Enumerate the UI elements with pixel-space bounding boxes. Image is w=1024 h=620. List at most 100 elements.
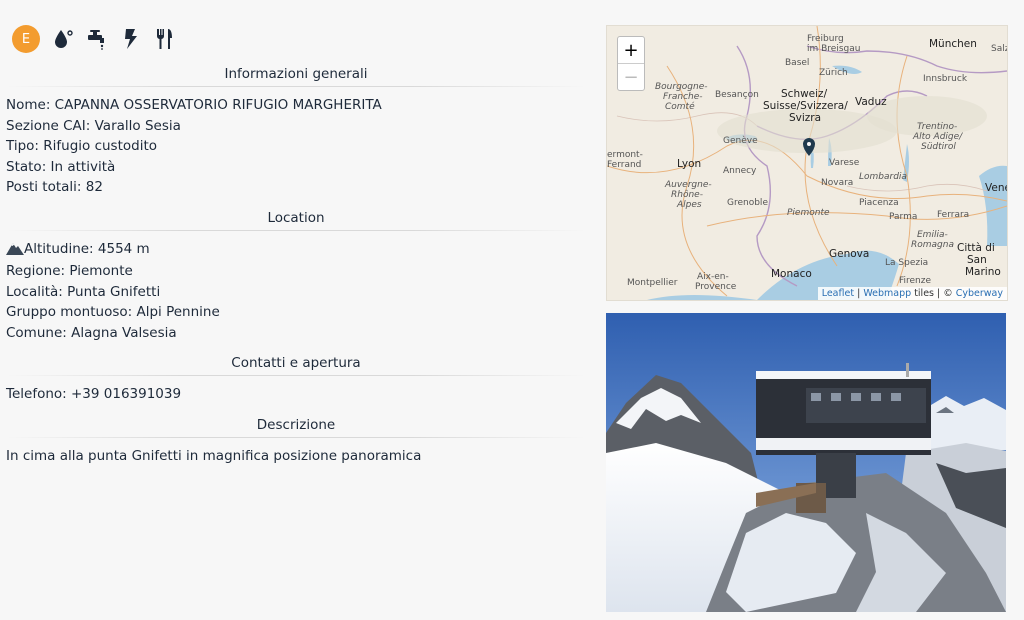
map-label: Parma bbox=[889, 212, 918, 222]
map-label: San bbox=[967, 254, 987, 266]
section-divider bbox=[6, 229, 586, 231]
map-label: im Breisgau bbox=[807, 44, 861, 54]
map-label: Schweiz/ bbox=[781, 88, 828, 100]
field-altitudine: Altitudine: 4554 m bbox=[6, 239, 586, 262]
refuge-photo bbox=[606, 313, 1006, 612]
map-label: Südtirol bbox=[921, 142, 956, 152]
field-value: In attività bbox=[50, 158, 116, 175]
map-label: Ferrand bbox=[607, 160, 642, 170]
map-label: Lyon bbox=[677, 158, 702, 170]
phone-link[interactable]: +39 016391039 bbox=[71, 386, 181, 402]
field-value: 4554 m bbox=[97, 240, 150, 257]
field-label: Regione: bbox=[6, 263, 70, 279]
leaflet-link[interactable]: Leaflet bbox=[822, 288, 854, 299]
refuge-photo-image bbox=[606, 313, 1006, 612]
field-localita: Località: Punta Gnifetti bbox=[6, 282, 586, 303]
lightning-icon bbox=[120, 28, 142, 50]
section-title-descrizione: Descrizione bbox=[256, 416, 336, 433]
field-tipo: Tipo: Rifugio custodito bbox=[6, 136, 586, 157]
map-label: Franche- bbox=[663, 92, 703, 102]
services-icon-row: E bbox=[12, 24, 586, 54]
field-value: Alagna Valsesia bbox=[71, 324, 177, 341]
map-zoom-control: + − bbox=[617, 36, 645, 91]
category-badge: E bbox=[12, 25, 40, 53]
zoom-out-button[interactable]: − bbox=[618, 64, 644, 90]
field-value: Alpi Pennine bbox=[136, 304, 220, 320]
refuge-info-panel: E Informazioni generali Nome: CAPANNA OS… bbox=[6, 24, 586, 466]
zoom-in-button[interactable]: + bbox=[618, 37, 644, 64]
map-label: Alpes bbox=[677, 200, 702, 210]
webmapp-link[interactable]: Webmapp bbox=[863, 288, 911, 299]
map-label: Alto Adige/ bbox=[913, 132, 963, 142]
field-label: Telefono: bbox=[6, 386, 71, 402]
field-posti: Posti totali: 82 bbox=[6, 177, 586, 198]
field-value: Punta Gnifetti bbox=[67, 283, 161, 300]
map-label: Aix-en- bbox=[697, 272, 729, 282]
section-divider bbox=[6, 375, 586, 376]
field-gruppo: Gruppo montuoso: Alpi Pennine bbox=[6, 302, 586, 323]
map-label: Salz bbox=[991, 44, 1008, 54]
map-label: Vene bbox=[985, 182, 1007, 194]
field-label: Gruppo montuoso: bbox=[6, 304, 137, 320]
map-label: Bourgogne- bbox=[655, 82, 708, 92]
map-label: ermont- bbox=[607, 150, 643, 160]
map-label: Annecy bbox=[723, 166, 757, 176]
map-label: Freiburg bbox=[807, 34, 844, 44]
map-label: Grenoble bbox=[727, 198, 768, 208]
map-label: Auvergne- bbox=[665, 180, 712, 190]
attribution-text: tiles | © bbox=[911, 288, 956, 299]
field-regione: Regione: Piemonte bbox=[6, 261, 586, 282]
field-label: Tipo: bbox=[6, 138, 44, 154]
map-label: Monaco bbox=[771, 268, 812, 280]
map-label: Emilia- bbox=[917, 230, 948, 240]
map-label: Innsbruck bbox=[923, 74, 968, 84]
map-label: Città di bbox=[957, 242, 995, 254]
field-comune: Comune: Alagna Valsesia bbox=[6, 323, 586, 344]
map-label: Marino bbox=[965, 266, 1001, 278]
field-value: Varallo Sesia bbox=[94, 117, 181, 134]
description-text: In cima alla punta Gnifetti in magnifica… bbox=[6, 447, 422, 464]
fork-knife-icon bbox=[154, 28, 176, 50]
map-label: Romagna bbox=[911, 240, 954, 250]
mountain-icon bbox=[6, 241, 24, 262]
section-divider bbox=[6, 436, 586, 438]
map-label: Comté bbox=[665, 102, 695, 112]
faucet-icon bbox=[86, 28, 108, 50]
section-divider bbox=[6, 86, 586, 87]
field-value: Rifugio custodito bbox=[43, 138, 158, 154]
field-nome: Nome: CAPANNA OSSERVATORIO RIFUGIO MARGH… bbox=[6, 95, 586, 116]
attribution-separator: | bbox=[854, 288, 864, 299]
map-label: Svizra bbox=[789, 112, 822, 124]
map-label: Genova bbox=[829, 248, 870, 260]
map-label: Lombardia bbox=[859, 172, 907, 182]
field-label: Stato: bbox=[6, 158, 51, 175]
map-label: Zürich bbox=[819, 68, 848, 78]
map-label: Vaduz bbox=[855, 96, 887, 108]
map-label: La Spezia bbox=[885, 258, 929, 268]
field-label: Sezione CAI: bbox=[6, 117, 95, 134]
field-telefono: Telefono: +39 016391039 bbox=[6, 384, 586, 405]
map-label: München bbox=[929, 38, 977, 50]
map-label: Piacenza bbox=[859, 198, 899, 208]
location-map[interactable]: Freiburg im Breisgau München Salz Basel … bbox=[606, 25, 1008, 301]
field-label: Posti totali: bbox=[6, 179, 86, 195]
map-label: Montpellier bbox=[627, 278, 678, 288]
map-label: Firenze bbox=[899, 276, 932, 286]
section-title-general: Informazioni generali bbox=[224, 66, 368, 82]
field-label: Località: bbox=[6, 283, 68, 300]
field-label: Nome: bbox=[6, 97, 55, 113]
field-label: Comune: bbox=[6, 324, 72, 341]
map-label: Provence bbox=[695, 282, 737, 292]
field-value: 82 bbox=[85, 179, 103, 195]
water-drop-icon bbox=[52, 28, 74, 50]
cyberway-link[interactable]: Cyberway bbox=[956, 288, 1003, 299]
field-stato: Stato: In attività bbox=[6, 157, 586, 178]
map-label: Besançon bbox=[715, 90, 759, 100]
section-title-location: Location bbox=[267, 209, 325, 226]
map-label: Trentino- bbox=[917, 122, 958, 132]
field-value: Piemonte bbox=[69, 263, 133, 279]
map-label: Novara bbox=[821, 178, 854, 188]
field-value: CAPANNA OSSERVATORIO RIFUGIO MARGHERITA bbox=[54, 97, 382, 113]
map-label: Genève bbox=[723, 136, 758, 146]
map-attribution: Leaflet | Webmapp tiles | © Cyberway bbox=[817, 287, 1007, 300]
